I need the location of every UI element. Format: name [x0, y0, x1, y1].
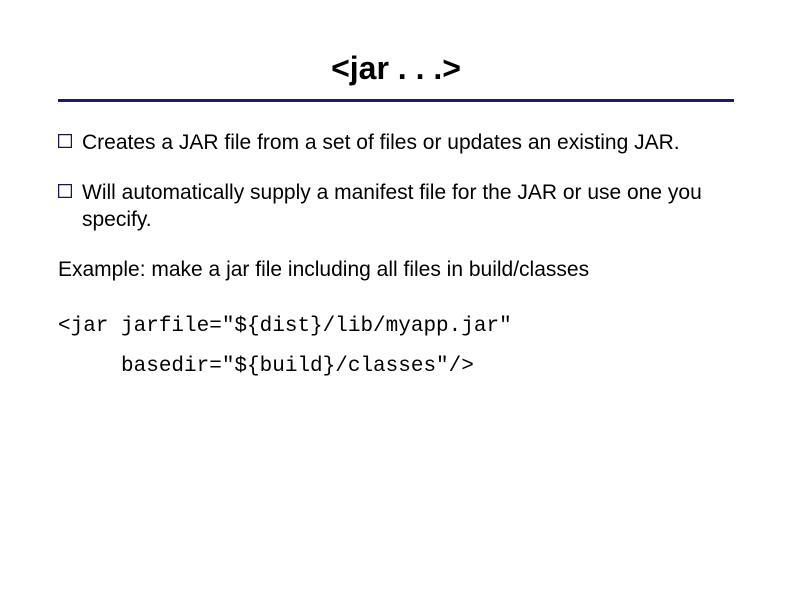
bullet-text: Creates a JAR file from a set of files o… — [82, 130, 680, 156]
bullet-item: Creates a JAR file from a set of files o… — [58, 130, 734, 156]
square-bullet-icon — [58, 134, 72, 153]
bullet-text: Will automatically supply a manifest fil… — [82, 180, 734, 233]
page-title: <jar . . .> — [58, 50, 734, 87]
bullet-item: Will automatically supply a manifest fil… — [58, 180, 734, 233]
example-label: Example: make a jar file including all f… — [58, 257, 734, 283]
title-divider — [58, 99, 734, 102]
square-bullet-icon — [58, 184, 72, 203]
slide: <jar . . .> Creates a JAR file from a se… — [0, 0, 792, 612]
code-block: <jar jarfile="${dist}/lib/myapp.jar" bas… — [58, 307, 734, 387]
